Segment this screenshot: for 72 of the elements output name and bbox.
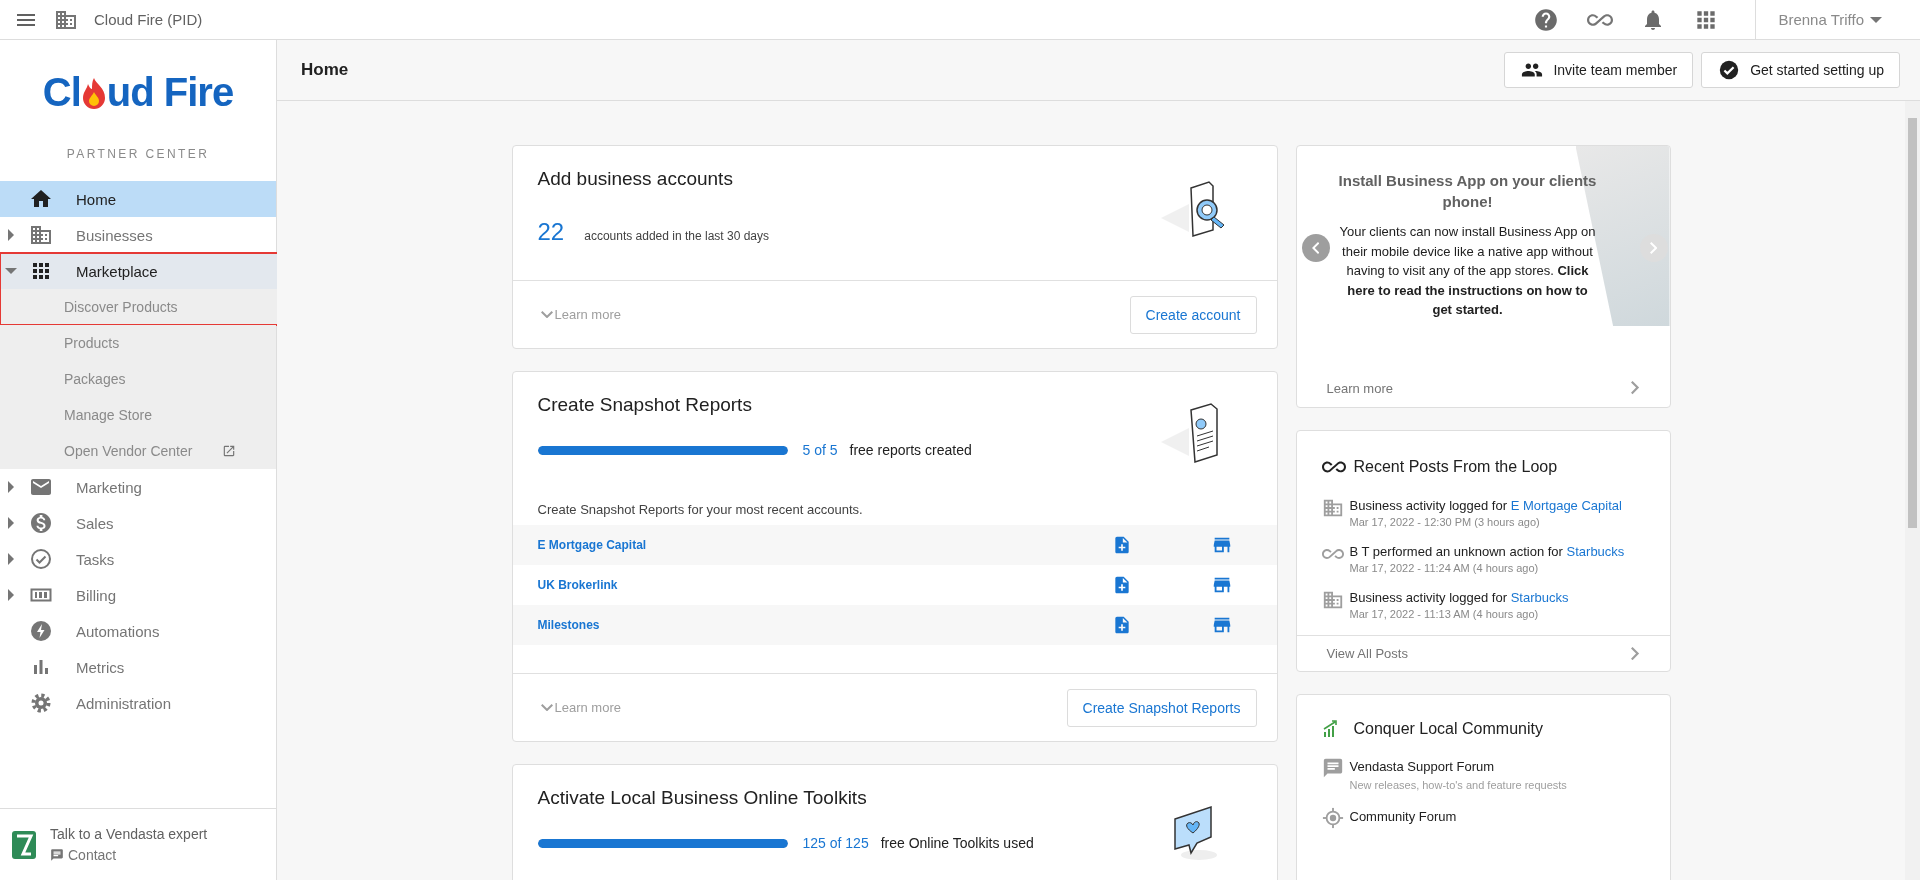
chevron-down-icon	[540, 703, 553, 712]
building-icon	[1321, 589, 1344, 611]
building-icon	[1321, 497, 1344, 519]
card-title: Activate Local Business Online Toolkits	[537, 787, 868, 809]
business-link[interactable]: Starbucks	[1510, 590, 1569, 605]
create-snapshot-button[interactable]: Create Snapshot Reports	[1066, 688, 1257, 727]
post-time: Mar 17, 2022 - 11:13 AM (4 hours ago)	[1349, 607, 1540, 622]
sidebar-item[interactable]: Home	[0, 181, 276, 217]
card-title: Conquer Local Community	[1353, 720, 1543, 738]
target-icon	[1321, 807, 1344, 829]
check-circle-icon	[1718, 59, 1741, 81]
forum-description: New releases, how-to's and feature requests	[1349, 779, 1567, 791]
business-link[interactable]: Starbucks	[1566, 544, 1625, 559]
check-circle-icon	[29, 547, 53, 571]
carousel-previous-button[interactable]	[1301, 234, 1330, 262]
progress-caption: free Online Toolkits used	[880, 835, 1034, 851]
sidebar-subitem[interactable]: Packages	[0, 361, 276, 397]
post-time: Mar 17, 2022 - 12:30 PM (3 hours ago)	[1349, 515, 1541, 530]
help-button[interactable]	[1533, 6, 1560, 33]
chevron-right-icon	[1631, 646, 1640, 661]
progress-caption: free reports created	[849, 442, 972, 458]
sidebar-subitem[interactable]: Manage Store	[0, 397, 276, 433]
expert-title: Talk to a Vendasta expert	[50, 826, 208, 842]
cloud-fire-logo: Cl ud Fire	[41, 70, 235, 115]
post-text: Business activity logged for E Mortgage Capital	[1349, 497, 1622, 514]
sidebar-subitem[interactable]: Products	[0, 325, 276, 361]
header-button[interactable]: Invite team member	[1504, 52, 1694, 88]
post-text: Business activity logged for Starbucks	[1349, 589, 1569, 606]
chat-icon	[50, 848, 64, 862]
view-all-posts-link[interactable]: View All Posts	[1296, 635, 1670, 671]
account-name: Cloud Fire (PID)	[94, 11, 203, 28]
post-time: Mar 17, 2022 - 11:24 AM (4 hours ago)	[1349, 561, 1540, 576]
card-title: Add business accounts	[537, 168, 734, 190]
building-icon	[29, 223, 53, 247]
accounts-count: 22	[537, 218, 565, 246]
learn-more-link[interactable]: Learn more	[1296, 369, 1670, 407]
chevron-left-icon	[1311, 242, 1320, 254]
dollar-icon	[29, 511, 53, 535]
progress-reading: 125 of 125	[802, 835, 869, 851]
accounts-caption: accounts added in the last 30 days	[584, 229, 769, 243]
page-title: Home	[301, 60, 350, 80]
forum-link[interactable]: Vendasta Support Forum	[1349, 759, 1495, 774]
scrollbar[interactable]	[1905, 101, 1920, 880]
chevron-right-icon	[1631, 381, 1640, 395]
lightning-icon	[29, 619, 53, 643]
sidebar-item[interactable]: Marketplace	[0, 253, 279, 289]
promo-title: Install Business App on your clients phone!	[1337, 171, 1598, 212]
sidebar-subitem[interactable]: Open Vendor Center	[0, 433, 276, 469]
chevron-down-icon	[540, 310, 553, 319]
promo-text: Your clients can now install Business App on their mobile device like a native app without having to visit any of the app stores. Click here to read the instructions on how to get started.	[1338, 223, 1597, 319]
post-text: B T performed an unknown action for Starbucks	[1349, 543, 1625, 560]
learn-more-toggle[interactable]: Learn more	[540, 307, 621, 322]
create-account-button[interactable]: Create account	[1129, 295, 1257, 334]
snapshot-description: Create Snapshot Reports for your most recent accounts.	[536, 501, 864, 519]
chevron-right-icon	[1649, 242, 1658, 254]
user-menu[interactable]: Brenna Triffo	[1755, 0, 1882, 39]
header-button[interactable]: Get started setting up	[1701, 52, 1900, 88]
help-icon	[1533, 6, 1560, 33]
contact-link[interactable]: Contact	[50, 847, 208, 863]
caret-down-icon	[1870, 16, 1882, 23]
sidebar-subitem[interactable]: Discover Products	[0, 289, 279, 325]
business-link[interactable]: E Mortgage Capital	[1510, 498, 1622, 513]
card-title: Recent Posts From the Loop	[1353, 458, 1558, 476]
account-link[interactable]: UK Brokerlink	[537, 578, 1062, 592]
settings-icon	[29, 691, 53, 715]
chat-icon	[1321, 757, 1344, 779]
progress-reading: 5 of 5	[802, 442, 838, 458]
forum-link[interactable]: Community Forum	[1349, 809, 1457, 824]
partner-center-label: PARTNER CENTER	[65, 147, 211, 161]
card-title: Create Snapshot Reports	[537, 394, 753, 416]
learn-more-toggle[interactable]: Learn more	[540, 700, 621, 715]
vendasta-logo-icon	[12, 830, 36, 859]
